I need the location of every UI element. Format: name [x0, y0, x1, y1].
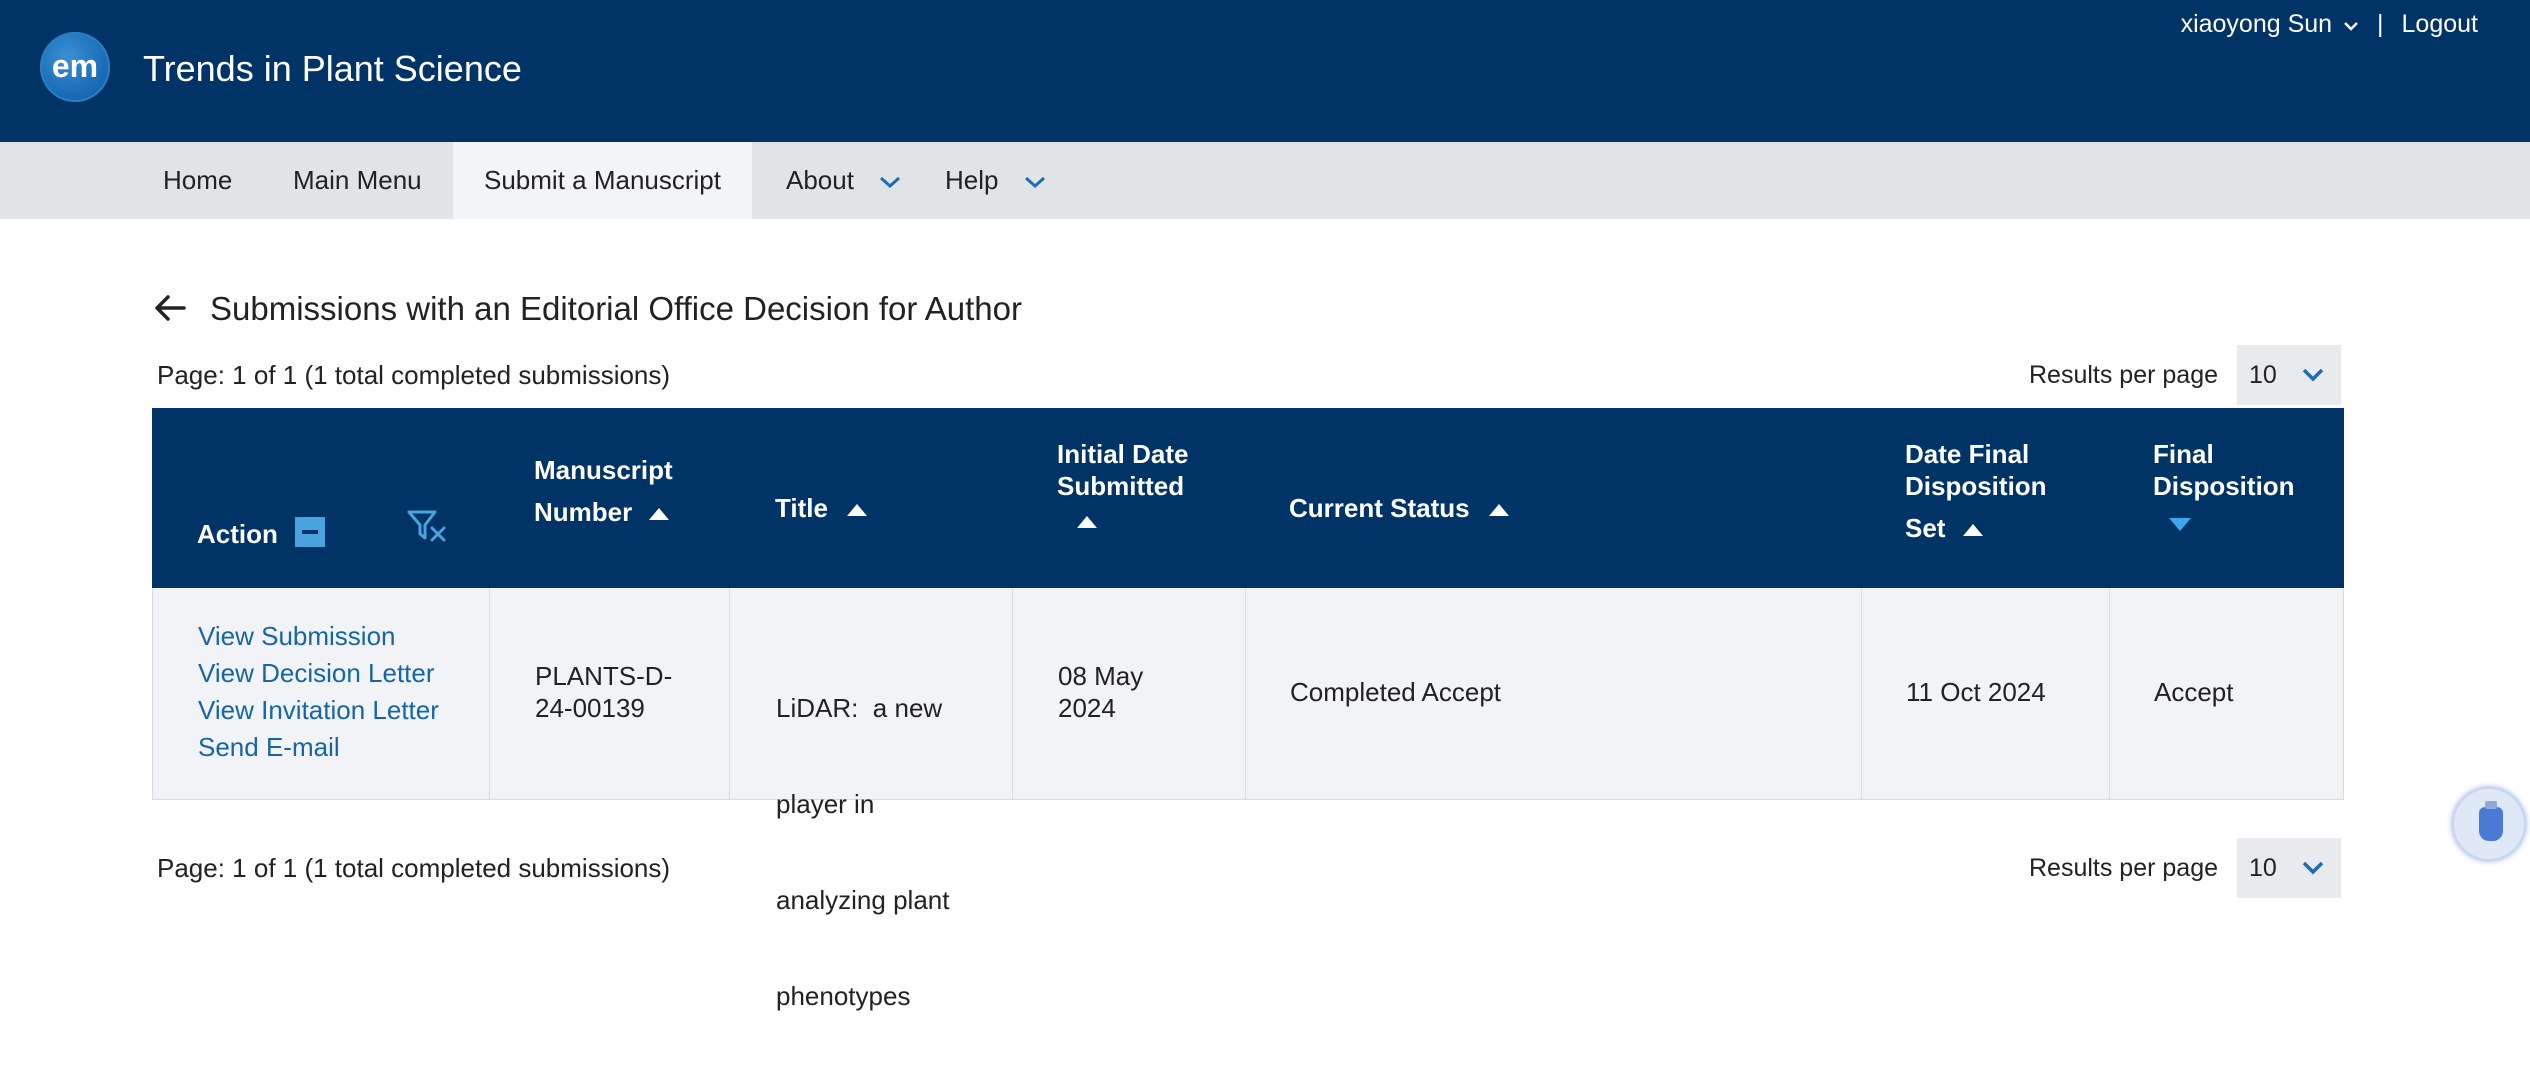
title-line: phenotypes [776, 981, 911, 1011]
nav-main-menu[interactable]: Main Menu [293, 142, 422, 219]
user-menu: xiaoyong Sun | Logout [2181, 10, 2478, 39]
header-separator: | [2377, 10, 2384, 38]
user-name: xiaoyong Sun [2180, 10, 2333, 38]
view-submission-link[interactable]: View Submission [198, 618, 439, 655]
send-email-link[interactable]: Send E-mail [198, 729, 439, 766]
chevron-down-icon [880, 177, 901, 189]
column-divider [1861, 588, 1862, 800]
col-current-status-label: Current Status [1289, 493, 1470, 523]
cell-title: LiDAR: a new player in analyzing plant p… [776, 628, 949, 1076]
page-title: Submissions with an Editorial Office Dec… [210, 290, 1022, 327]
title-line: LiDAR: a new [776, 693, 943, 723]
title-line: player in [776, 789, 875, 819]
column-divider [489, 588, 490, 800]
chevron-down-icon [1024, 177, 1045, 189]
table-header: Action Manuscript Number Title Initial D… [152, 408, 2344, 588]
logout-link[interactable]: Logout [2402, 10, 2478, 39]
journal-name[interactable]: Trends in Plant Science [143, 48, 522, 90]
cell-current-status: Completed Accept [1290, 677, 1502, 707]
page-info-bottom: Page: 1 of 1 (1 total completed submissi… [157, 853, 671, 883]
col-manuscript-number[interactable]: Manuscript Number [534, 454, 673, 528]
table-row: View Submission View Decision Letter Vie… [152, 588, 2344, 1011]
view-invitation-letter-link[interactable]: View Invitation Letter [198, 692, 439, 729]
col-initial-date-line1: Initial Date [1057, 439, 1189, 469]
sort-asc-icon[interactable] [847, 504, 868, 517]
floating-plug-button[interactable] [2452, 787, 2526, 861]
cell-initial-date: 08 May 2024 [1058, 660, 1143, 724]
collapse-minus-icon[interactable] [295, 517, 326, 548]
col-date-final-line2: Disposition [1905, 471, 2047, 501]
results-per-page-select[interactable]: 10 [2237, 345, 2341, 405]
view-decision-letter-link[interactable]: View Decision Letter [198, 655, 439, 692]
chevron-down-icon [2302, 861, 2324, 875]
nav-about[interactable]: About [786, 142, 901, 219]
plug-icon [2479, 801, 2503, 841]
column-divider [729, 588, 730, 800]
column-divider [1245, 588, 1246, 800]
top-header: em Trends in Plant Science xiaoyong Sun … [0, 0, 2530, 142]
row-actions: View Submission View Decision Letter Vie… [198, 618, 439, 766]
col-final-disposition[interactable]: Final Disposition [2153, 438, 2295, 538]
nav-about-label: About [786, 165, 854, 195]
initial-date-line2: 2024 [1058, 693, 1116, 723]
initial-date-line1: 08 May [1058, 661, 1144, 691]
col-title[interactable]: Title [775, 492, 868, 524]
title-line: analyzing plant [776, 885, 950, 915]
column-divider [2109, 588, 2110, 800]
sort-desc-icon[interactable] [2169, 517, 2191, 531]
nav-submit-manuscript[interactable]: Submit a Manuscript [453, 142, 752, 219]
manuscript-number-line2: 24-00139 [535, 693, 645, 723]
results-per-page-value: 10 [2249, 854, 2277, 882]
col-manuscript-number-line1: Manuscript [534, 455, 673, 485]
col-action-label: Action [197, 519, 278, 549]
cell-final-disposition: Accept [2154, 677, 2234, 707]
nav-help[interactable]: Help [945, 142, 1046, 219]
em-logo[interactable]: em [40, 32, 110, 102]
results-per-page-value: 10 [2249, 361, 2277, 389]
col-current-status[interactable]: Current Status [1289, 492, 1509, 524]
sort-asc-icon[interactable] [1962, 524, 1983, 537]
col-initial-date-line2: Submitted [1057, 471, 1185, 501]
col-final-disposition-line1: Final [2153, 439, 2214, 469]
col-manuscript-number-line2: Number [534, 497, 633, 527]
results-per-page-label: Results per page [2029, 854, 2219, 882]
col-action: Action [197, 517, 326, 551]
manuscript-number-line1: PLANTS-D- [535, 661, 673, 691]
results-per-page-select[interactable]: 10 [2237, 838, 2341, 898]
cell-manuscript-number: PLANTS-D- 24-00139 [535, 660, 672, 724]
chevron-down-icon [2302, 368, 2324, 382]
sort-asc-icon[interactable] [1488, 504, 1509, 517]
user-name-dropdown[interactable]: xiaoyong Sun [2181, 10, 2359, 39]
main-navigation: Home Main Menu Submit a Manuscript About… [0, 142, 2530, 219]
cell-date-final: 11 Oct 2024 [1906, 677, 2046, 707]
sort-asc-icon[interactable] [1077, 516, 1097, 529]
nav-help-label: Help [945, 165, 999, 195]
nav-home[interactable]: Home [163, 142, 232, 219]
col-date-final-line1: Date Final [1905, 439, 2030, 469]
col-date-final-disposition[interactable]: Date Final Disposition Set [1905, 438, 2047, 544]
col-final-disposition-line2: Disposition [2153, 471, 2295, 501]
page-info-top: Page: 1 of 1 (1 total completed submissi… [157, 360, 671, 390]
back-arrow-icon[interactable] [152, 290, 188, 326]
col-initial-date[interactable]: Initial Date Submitted [1057, 438, 1188, 536]
chevron-down-icon [2344, 22, 2358, 31]
col-title-label: Title [775, 493, 828, 523]
column-divider [1012, 588, 1013, 800]
results-per-page-label: Results per page [2029, 361, 2219, 389]
col-date-final-line3: Set [1905, 513, 1946, 543]
sort-asc-icon[interactable] [649, 508, 670, 521]
filter-clear-icon[interactable] [406, 506, 448, 548]
